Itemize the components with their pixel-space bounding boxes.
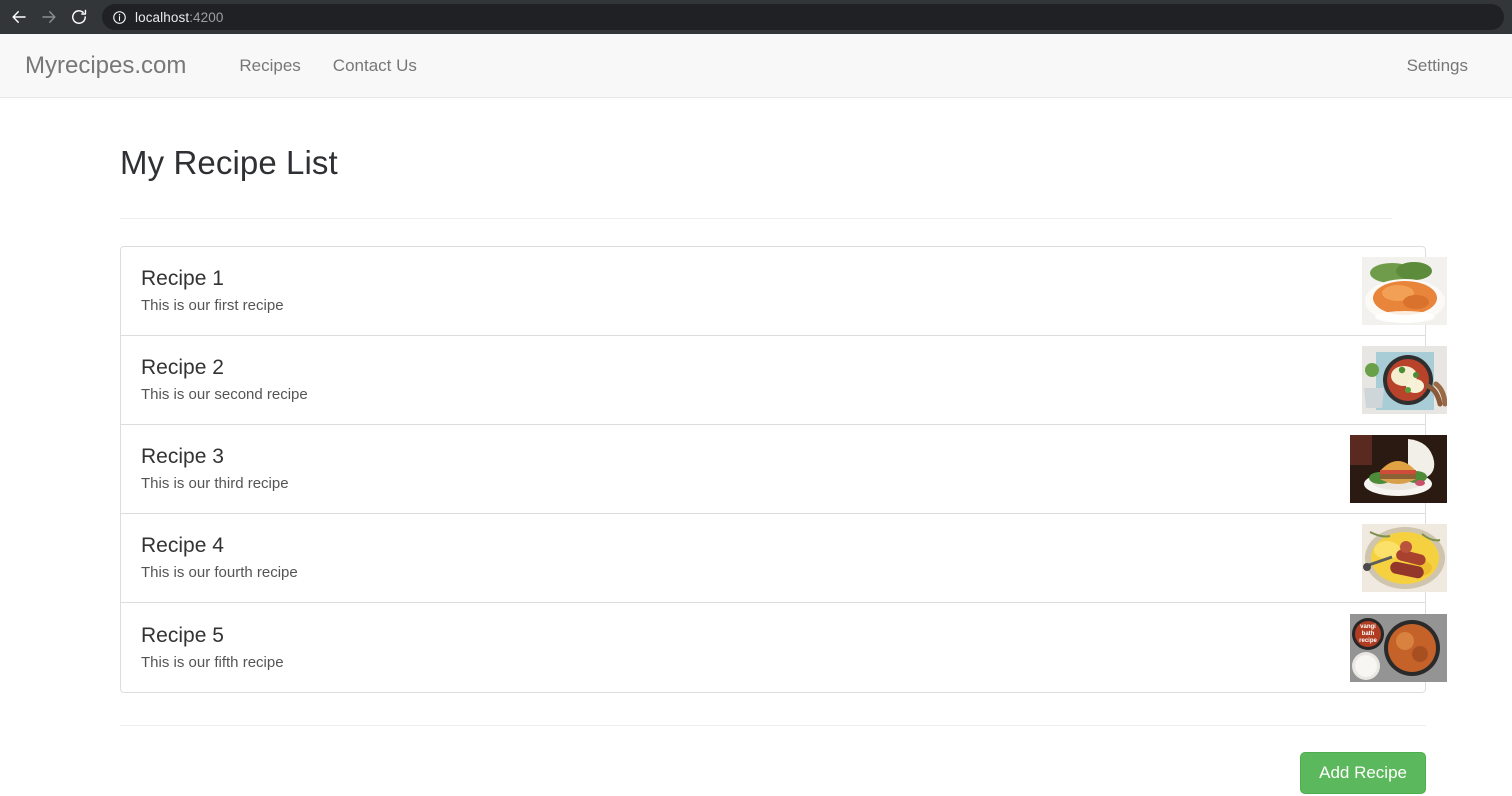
recipe-list: Recipe 1 This is our first recipe Recipe… [120, 246, 1447, 693]
nav-link-settings[interactable]: Settings [1391, 56, 1484, 76]
nav-right: Settings [1391, 56, 1484, 76]
list-item[interactable]: Recipe 1 This is our first recipe [121, 247, 1447, 336]
recipe-thumbnail [1350, 435, 1447, 503]
recipe-thumbnail [1362, 346, 1447, 414]
recipe-thumbnail [1362, 524, 1447, 592]
thumb-caption-line1: vangi [1360, 624, 1376, 630]
thumb-caption-line3: recipe [1359, 638, 1377, 644]
recipe-description: This is our first recipe [141, 297, 284, 315]
list-item[interactable]: Recipe 5 This is our fifth recipe vangi … [121, 603, 1447, 692]
title-divider [120, 218, 1392, 219]
brand-link[interactable]: Myrecipes.com [10, 52, 201, 80]
burger-on-white-plate-icon [1350, 435, 1447, 503]
list-item[interactable]: Recipe 3 This is our third recipe [121, 425, 1447, 514]
recipe-description: This is our fifth recipe [141, 653, 284, 671]
page-title: My Recipe List [120, 144, 338, 181]
arrow-left-icon [12, 11, 26, 23]
thumb-caption-line2: bath [1362, 631, 1375, 637]
recipe-thumbnail [1362, 257, 1447, 325]
reload-button[interactable] [65, 3, 93, 31]
recipe-description: This is our second recipe [141, 386, 308, 404]
action-row: Add Recipe [120, 726, 1426, 795]
reload-icon [72, 9, 87, 24]
add-recipe-button[interactable]: Add Recipe [1300, 752, 1426, 795]
url-host: localhost [135, 9, 190, 25]
vangi-bath-recipe-bowls-icon: vangi bath recipe [1350, 613, 1447, 682]
back-button[interactable] [5, 3, 33, 31]
address-bar[interactable]: localhost:4200 [102, 4, 1504, 30]
url-port: :4200 [189, 9, 224, 25]
recipe-title: Recipe 4 [141, 534, 224, 558]
page-container: My Recipe List Recipe 1 This is our firs… [56, 144, 1456, 795]
recipe-text: Recipe 4 This is our fourth recipe [141, 533, 1405, 583]
recipe-description: This is our fourth recipe [141, 564, 298, 582]
orange-pasta-on-white-plate-icon [1362, 257, 1447, 325]
browser-toolbar: localhost:4200 [0, 0, 1512, 34]
recipe-text: Recipe 5 This is our fifth recipe [141, 623, 1405, 673]
nav-links: Recipes Contact Us [223, 56, 433, 76]
list-item[interactable]: Recipe 4 This is our fourth recipe [121, 514, 1447, 603]
recipe-title: Recipe 2 [141, 356, 224, 380]
site-navbar: Myrecipes.com Recipes Contact Us Setting… [0, 34, 1512, 98]
arrow-right-icon [42, 11, 56, 23]
footer-area: Add Recipe [120, 725, 1426, 795]
recipe-title: Recipe 5 [141, 623, 224, 647]
nav-link-contact-us[interactable]: Contact Us [317, 56, 433, 76]
recipe-thumbnail: vangi bath recipe [1350, 613, 1447, 682]
recipe-title: Recipe 3 [141, 445, 224, 469]
recipe-text: Recipe 3 This is our third recipe [141, 444, 1405, 494]
recipe-description: This is our third recipe [141, 475, 289, 493]
info-circle-icon[interactable] [112, 10, 127, 25]
nav-link-recipes[interactable]: Recipes [223, 56, 316, 76]
scrambled-eggs-with-sausage-icon [1362, 524, 1447, 592]
recipe-text: Recipe 2 This is our second recipe [141, 355, 1405, 405]
recipe-text: Recipe 1 This is our first recipe [141, 266, 1405, 316]
list-item[interactable]: Recipe 2 This is our second recipe [121, 336, 1447, 425]
skillet-pasta-bake-icon [1362, 346, 1447, 414]
forward-button[interactable] [35, 3, 63, 31]
recipe-title: Recipe 1 [141, 267, 224, 291]
address-bar-text: localhost:4200 [135, 10, 223, 25]
